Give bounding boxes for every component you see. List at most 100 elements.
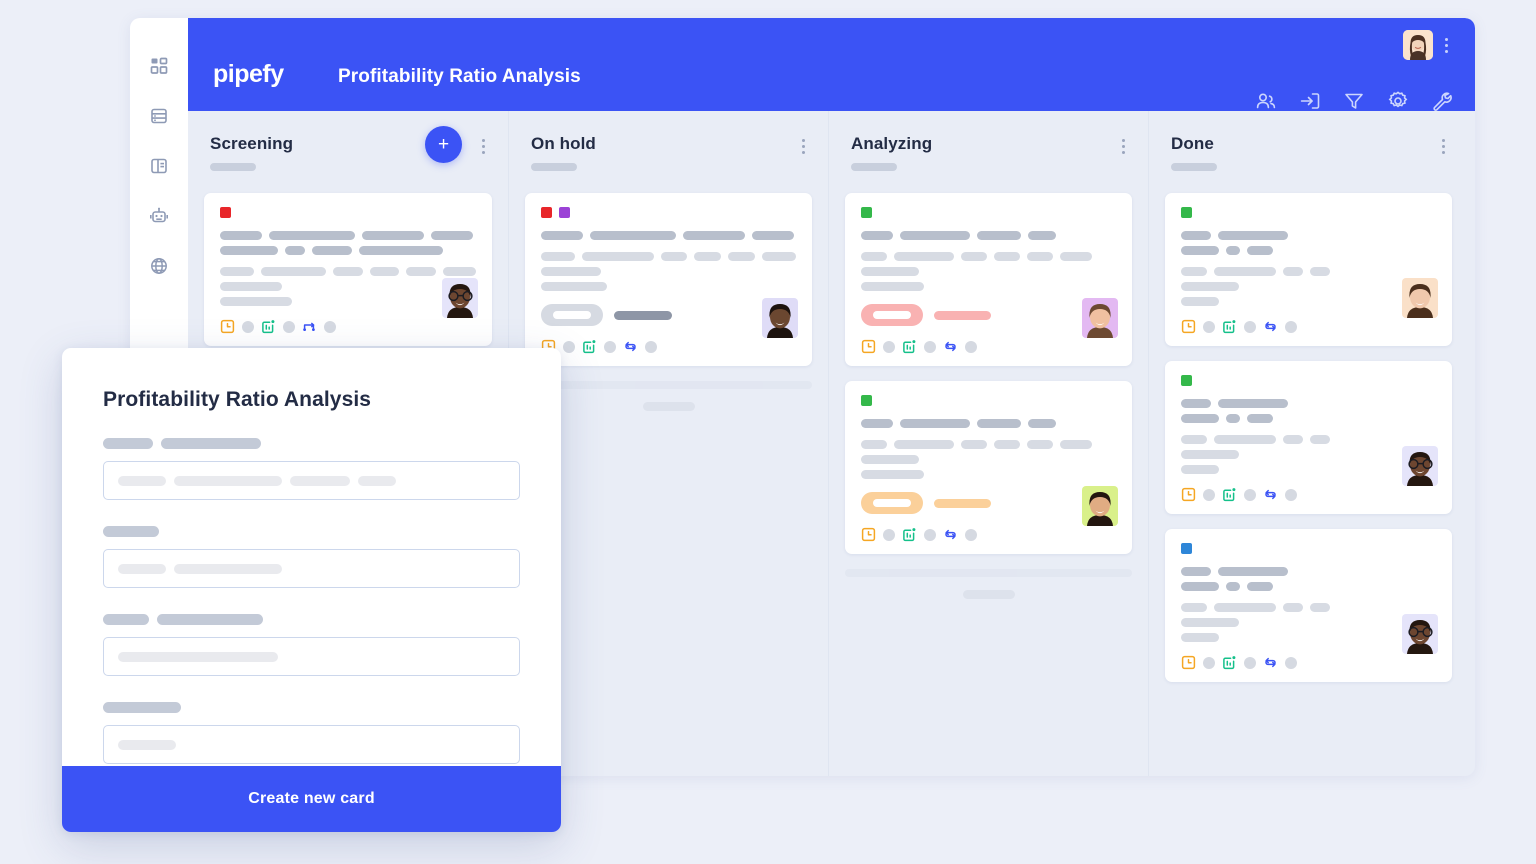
- card-footer: [220, 319, 476, 334]
- column-menu-icon[interactable]: [1436, 137, 1450, 155]
- clock-icon[interactable]: [1181, 319, 1196, 334]
- board-title: Profitability Ratio Analysis: [338, 66, 581, 87]
- card-body-placeholder: [1181, 435, 1436, 474]
- placeholder-bar: [174, 475, 282, 486]
- placeholder-bar: [1028, 231, 1056, 240]
- calendar-plus-icon[interactable]: [261, 319, 276, 334]
- clock-icon[interactable]: [220, 319, 235, 334]
- card-footer: [1181, 487, 1436, 502]
- placeholder-bar: [1181, 399, 1211, 408]
- footer-placeholder-pill: [965, 340, 977, 353]
- column-menu-icon[interactable]: [796, 137, 810, 155]
- form-input-3[interactable]: [103, 637, 520, 676]
- apps-grid-icon: [149, 56, 169, 76]
- placeholder-bar: [541, 267, 601, 276]
- card-assignee-avatar[interactable]: [1402, 614, 1438, 654]
- form-input-1[interactable]: [103, 461, 520, 500]
- form-input-2[interactable]: [103, 549, 520, 588]
- archive-import-icon[interactable]: [1299, 90, 1321, 112]
- repeat-icon[interactable]: [623, 339, 638, 354]
- globe-icon: [149, 256, 169, 276]
- field-label-placeholder: [103, 702, 520, 713]
- kanban-card[interactable]: [1165, 193, 1452, 346]
- card-body-placeholder-row: [1181, 282, 1436, 291]
- sidebar-item-apps[interactable]: [147, 54, 171, 78]
- clock-icon[interactable]: [861, 339, 876, 354]
- card-labels: [861, 395, 1116, 406]
- card-body-placeholder-row: [1181, 267, 1436, 276]
- card-assignee-avatar[interactable]: [442, 278, 478, 318]
- filter-icon[interactable]: [1343, 90, 1365, 112]
- card-assignee-avatar[interactable]: [1082, 486, 1118, 526]
- calendar-plus-icon[interactable]: [1222, 487, 1237, 502]
- column-menu-icon[interactable]: [1116, 137, 1130, 155]
- card-body-placeholder: [861, 440, 1116, 479]
- kanban-card[interactable]: [1165, 361, 1452, 514]
- placeholder-bar: [977, 419, 1021, 428]
- column-card-list: [188, 193, 508, 346]
- calendar-plus-icon[interactable]: [1222, 319, 1237, 334]
- card-assignee-avatar[interactable]: [762, 298, 798, 338]
- add-card-button[interactable]: +: [425, 126, 462, 163]
- kanban-card[interactable]: [845, 381, 1132, 554]
- repeat-icon[interactable]: [943, 527, 958, 542]
- pipefy-logo[interactable]: pipefy: [213, 60, 284, 89]
- footer-placeholder-pill: [563, 340, 575, 353]
- form-input-4[interactable]: [103, 725, 520, 764]
- placeholder-bar: [359, 246, 443, 255]
- sidebar-item-automations[interactable]: [147, 204, 171, 228]
- placeholder-bar: [1027, 440, 1053, 449]
- wrench-icon[interactable]: [1431, 90, 1453, 112]
- placeholder-bar: [590, 231, 676, 240]
- sidebar-item-public[interactable]: [147, 254, 171, 278]
- card-title-placeholder-row: [1181, 567, 1436, 576]
- clock-icon[interactable]: [1181, 655, 1196, 670]
- avatar[interactable]: [1403, 30, 1433, 60]
- sidebar-item-database[interactable]: [147, 104, 171, 128]
- placeholder-bar: [1214, 603, 1276, 612]
- placeholder-bar: [1181, 450, 1239, 459]
- calendar-plus-icon[interactable]: [582, 339, 597, 354]
- calendar-plus-icon[interactable]: [902, 339, 917, 354]
- repeat-icon[interactable]: [1263, 487, 1278, 502]
- kanban-card[interactable]: [525, 193, 812, 366]
- status-badge: [861, 492, 923, 514]
- kanban-card[interactable]: [845, 193, 1132, 366]
- card-assignee-avatar[interactable]: [1402, 278, 1438, 318]
- placeholder-bar: [220, 282, 282, 291]
- placeholder-bar: [683, 231, 745, 240]
- placeholder-bar: [861, 252, 887, 261]
- placeholder-bar: [861, 282, 924, 291]
- sidebar-item-layout[interactable]: [147, 154, 171, 178]
- gear-icon[interactable]: [1387, 90, 1409, 112]
- placeholder-bar: [994, 440, 1020, 449]
- calendar-plus-icon[interactable]: [1222, 655, 1237, 670]
- placeholder-bar: [861, 470, 924, 479]
- placeholder-bar: [728, 252, 756, 261]
- placeholder-bar: [1226, 582, 1240, 591]
- clock-icon[interactable]: [1181, 487, 1196, 502]
- placeholder-bar: [157, 614, 263, 625]
- create-new-card-button[interactable]: Create new card: [62, 766, 561, 832]
- card-assignee-avatar[interactable]: [1082, 298, 1118, 338]
- placeholder-bar: [161, 438, 261, 449]
- repeat-icon[interactable]: [943, 339, 958, 354]
- footer-placeholder-pill: [924, 528, 936, 541]
- card-body-placeholder-row: [1181, 618, 1436, 627]
- calendar-plus-icon[interactable]: [902, 527, 917, 542]
- placeholder-bar: [1181, 246, 1219, 255]
- column-menu-icon[interactable]: [476, 137, 490, 155]
- kanban-card[interactable]: [1165, 529, 1452, 682]
- placeholder-bar: [541, 252, 575, 261]
- members-icon[interactable]: [1255, 90, 1277, 112]
- kanban-card[interactable]: [204, 193, 492, 346]
- card-assignee-avatar[interactable]: [1402, 446, 1438, 486]
- more-options-icon[interactable]: [1439, 33, 1453, 57]
- card-body-placeholder: [1181, 603, 1436, 642]
- flow-connect-icon[interactable]: [302, 319, 317, 334]
- placeholder-bar: [369, 267, 400, 276]
- clock-icon[interactable]: [861, 527, 876, 542]
- repeat-icon[interactable]: [1263, 655, 1278, 670]
- repeat-icon[interactable]: [1263, 319, 1278, 334]
- status-badge: [541, 304, 603, 326]
